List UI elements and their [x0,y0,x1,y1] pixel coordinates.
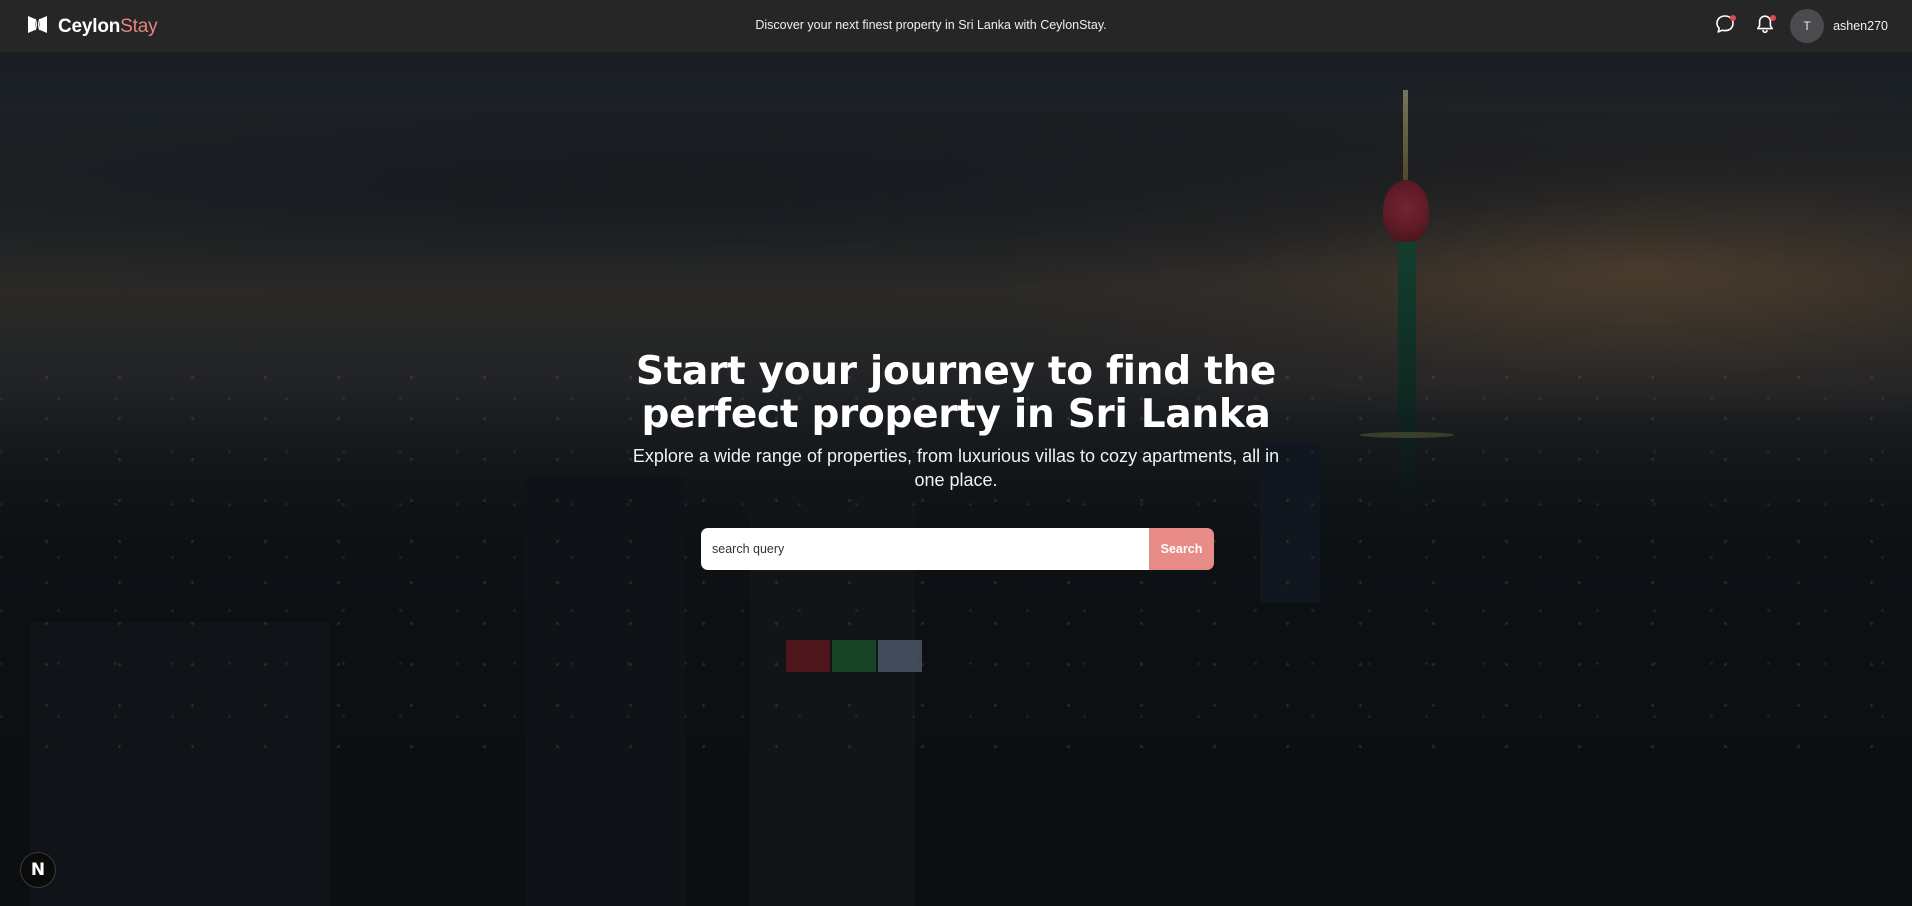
search-input[interactable] [701,528,1149,570]
username-label[interactable]: ashen270 [1833,19,1888,33]
search-bar: Search [701,528,1214,570]
notifications-button[interactable] [1752,13,1778,39]
chat-button[interactable] [1712,13,1738,39]
header-tagline: Discover your next finest property in Sr… [755,18,1107,32]
hero-title: Start your journey to find the perfect p… [635,349,1277,437]
nextjs-dev-badge[interactable]: N [20,852,56,888]
hero-content: Start your journey to find the perfect p… [0,350,1912,492]
top-navbar: CeylonStay Discover your next finest pro… [0,0,1912,52]
user-actions: T ashen270 [1712,8,1888,44]
search-button[interactable]: Search [1149,528,1214,570]
hero-subtitle: Explore a wide range of properties, from… [632,446,1280,490]
user-avatar[interactable]: T [1790,9,1825,43]
